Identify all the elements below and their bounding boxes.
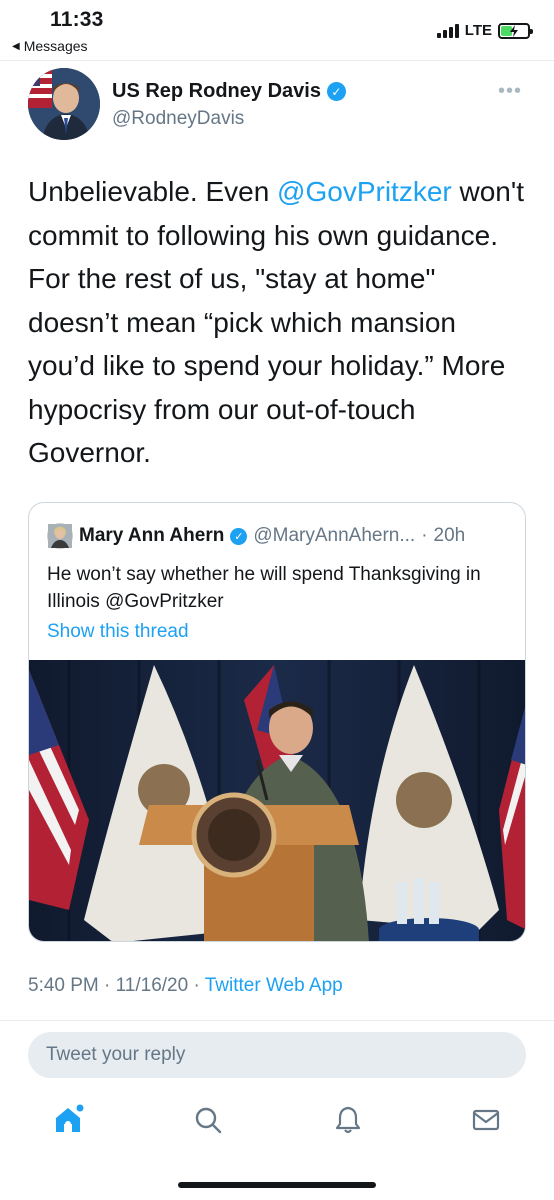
show-thread-link[interactable]: Show this thread (47, 621, 189, 643)
quoted-author-avatar (47, 523, 73, 549)
home-tab[interactable] (50, 1102, 86, 1138)
author-name-text: US Rep Rodney Davis (112, 80, 321, 102)
header-divider (0, 60, 554, 61)
quoted-tweet-text: He won’t say whether he will spend Thank… (47, 564, 481, 612)
battery-icon (498, 22, 533, 39)
search-icon (195, 1107, 222, 1134)
notifications-icon (335, 1106, 361, 1134)
quoted-tweet[interactable]: Mary Ann Ahern ✓ @MaryAnnAhern... · 20h … (28, 502, 526, 942)
timestamp-text: 5:40 PM · 11/16/20 · (28, 975, 205, 996)
tweet-text: Unbelievable. Even @GovPritzker won't co… (28, 170, 528, 475)
quoted-separator: · (421, 525, 428, 546)
reply-divider (0, 1020, 554, 1021)
status-bar: 11:33 ◀ Messages LTE (0, 0, 554, 60)
tweet-author: US Rep Rodney Davis ✓ @RodneyDavis ••• (28, 68, 528, 140)
author-handle[interactable]: @RodneyDavis (112, 108, 244, 130)
mention-link[interactable]: @GovPritzker (277, 176, 452, 207)
source-app-link[interactable]: Twitter Web App (205, 975, 343, 996)
quoted-author-name: Mary Ann Ahern (79, 525, 225, 546)
verified-badge-icon: ✓ (326, 82, 346, 101)
bottom-tab-bar (0, 1096, 554, 1146)
status-time: 11:33 (50, 8, 104, 31)
messages-icon (472, 1109, 500, 1131)
quoted-tweet-photo[interactable] (29, 660, 525, 941)
tweet-timestamp: 5:40 PM · 11/16/20 · Twitter Web App (28, 975, 343, 997)
reply-input[interactable]: Tweet your reply (28, 1032, 526, 1078)
notifications-tab[interactable] (330, 1102, 366, 1138)
quoted-time-ago: 20h (433, 525, 466, 546)
status-indicators: LTE (436, 22, 533, 39)
quoted-author-handle: @MaryAnnAhern... (253, 525, 416, 546)
tweet-text-part: won't commit to following his own guidan… (28, 176, 524, 468)
messages-tab[interactable] (468, 1102, 504, 1138)
quoted-tweet-header: Mary Ann Ahern ✓ @MaryAnnAhern... · 20h (47, 523, 465, 549)
quoted-verified-badge-icon: ✓ (230, 527, 248, 545)
back-label: Messages (23, 38, 88, 54)
network-label: LTE (464, 22, 492, 39)
more-options-icon[interactable]: ••• (498, 80, 522, 103)
search-tab[interactable] (190, 1102, 226, 1138)
back-triangle-icon: ◀ (12, 40, 20, 52)
tweet-text-part: Unbelievable. Even (28, 176, 278, 207)
author-avatar[interactable] (28, 68, 100, 140)
home-icon (56, 1104, 84, 1132)
home-indicator[interactable] (178, 1182, 376, 1188)
author-name[interactable]: US Rep Rodney Davis ✓ (112, 80, 346, 103)
signal-icon (436, 23, 459, 38)
back-to-messages[interactable]: ◀ Messages (12, 38, 88, 54)
